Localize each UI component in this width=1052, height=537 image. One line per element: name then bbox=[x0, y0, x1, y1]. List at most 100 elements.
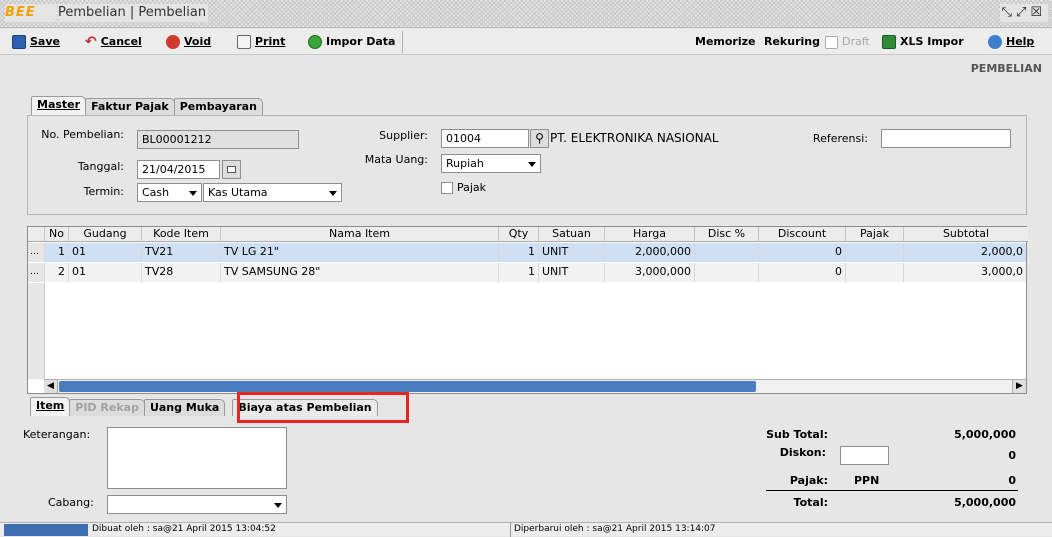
cell-no[interactable]: 2 bbox=[45, 263, 69, 282]
row-handle[interactable]: … bbox=[28, 243, 45, 262]
toolbar-separator bbox=[402, 31, 403, 53]
tab-faktur-pajak-label: Faktur Pajak bbox=[91, 100, 169, 113]
cell-pajak[interactable] bbox=[846, 243, 904, 262]
printer-icon bbox=[237, 35, 251, 49]
cancel-label: Cancel bbox=[100, 35, 142, 48]
cell-discount[interactable]: 0 bbox=[759, 263, 846, 282]
rekuring-button[interactable]: Rekuring bbox=[764, 33, 820, 51]
tab-faktur-pajak[interactable]: Faktur Pajak bbox=[85, 98, 175, 115]
tab-pid-rekap: PID Rekap bbox=[69, 399, 145, 416]
table-row[interactable]: … 1 01 TV21 TV LG 21" 1 UNIT 2,000,000 0… bbox=[28, 243, 1026, 262]
cell-qty[interactable]: 1 bbox=[499, 243, 539, 262]
save-button[interactable]: Save bbox=[12, 33, 60, 51]
col-nama-item-header[interactable]: Nama Item bbox=[221, 227, 499, 242]
cell-no[interactable]: 1 bbox=[45, 243, 69, 262]
cell-pajak[interactable] bbox=[846, 263, 904, 282]
cell-qty[interactable]: 1 bbox=[499, 263, 539, 282]
cell-nama-item[interactable]: TV LG 21" bbox=[221, 243, 499, 262]
cell-kode-item[interactable]: TV28 bbox=[142, 263, 221, 282]
scrollbar-thumb[interactable] bbox=[59, 381, 756, 392]
status-divider bbox=[510, 523, 511, 537]
xls-import-button[interactable]: XLS Impor bbox=[882, 33, 964, 51]
diskon-label: Diskon: bbox=[779, 446, 826, 459]
close-icon[interactable]: ☒ bbox=[1030, 5, 1046, 20]
col-satuan-header[interactable]: Satuan bbox=[539, 227, 605, 242]
calendar-icon[interactable] bbox=[222, 160, 241, 179]
col-subtotal-header[interactable]: Subtotal bbox=[904, 227, 1028, 242]
col-qty-header[interactable]: Qty bbox=[499, 227, 539, 242]
col-harga-header[interactable]: Harga bbox=[605, 227, 695, 242]
tanggal-field[interactable]: 21/04/2015 bbox=[137, 160, 220, 179]
memorize-label: Memorize bbox=[695, 35, 756, 48]
tab-item[interactable]: Item bbox=[30, 397, 71, 416]
floppy-icon bbox=[12, 35, 26, 49]
col-gudang-header[interactable]: Gudang bbox=[69, 227, 142, 242]
cell-discount[interactable]: 0 bbox=[759, 243, 846, 262]
cell-subtotal[interactable]: 3,000,0 bbox=[904, 263, 1026, 282]
row-handle[interactable]: … bbox=[28, 263, 45, 282]
maximize-icon[interactable]: ⤢ bbox=[1016, 5, 1030, 20]
void-label: Void bbox=[184, 35, 212, 48]
tab-uang-muka[interactable]: Uang Muka bbox=[143, 399, 226, 416]
no-pembelian-label: No. Pembelian: bbox=[41, 128, 124, 141]
print-button[interactable]: Print bbox=[237, 33, 285, 51]
termin-label: Termin: bbox=[83, 185, 124, 198]
cell-subtotal[interactable]: 2,000,0 bbox=[904, 243, 1026, 262]
import-data-button[interactable]: Impor Data bbox=[308, 33, 395, 51]
cancel-button[interactable]: ↶ Cancel bbox=[85, 33, 142, 51]
scroll-right-icon[interactable]: ▶ bbox=[1012, 380, 1026, 393]
horizontal-scrollbar[interactable]: ◀ ▶ bbox=[44, 379, 1026, 393]
col-disc-pct-header[interactable]: Disc % bbox=[695, 227, 759, 242]
draft-label: Draft bbox=[842, 35, 870, 48]
cell-kode-item[interactable]: TV21 bbox=[142, 243, 221, 262]
cell-disc-pct[interactable] bbox=[695, 263, 759, 282]
supplier-label: Supplier: bbox=[379, 129, 428, 142]
total-divider bbox=[766, 490, 1018, 491]
cell-satuan[interactable]: UNIT bbox=[539, 263, 605, 282]
draft-checkbox[interactable]: Draft bbox=[825, 33, 870, 51]
cabang-select[interactable] bbox=[107, 495, 287, 514]
cell-harga[interactable]: 3,000,000 bbox=[605, 263, 695, 282]
window-controls[interactable]: ⤡⤢☒ bbox=[999, 4, 1048, 22]
help-label: Help bbox=[1006, 35, 1035, 48]
pajak-type: PPN bbox=[854, 474, 880, 487]
supplier-code-field[interactable]: 01004 bbox=[441, 129, 529, 148]
tab-item-label: Item bbox=[36, 399, 65, 412]
col-pajak-header[interactable]: Pajak bbox=[846, 227, 904, 242]
void-button[interactable]: Void bbox=[166, 33, 211, 51]
pajak-checkbox[interactable] bbox=[441, 182, 453, 194]
keterangan-textarea[interactable] bbox=[107, 427, 287, 489]
col-discount-header[interactable]: Discount bbox=[759, 227, 846, 242]
cell-harga[interactable]: 2,000,000 bbox=[605, 243, 695, 262]
no-pembelian-field[interactable]: BL00001212 bbox=[137, 130, 299, 149]
tab-master[interactable]: Master bbox=[31, 96, 87, 115]
tab-master-label: Master bbox=[37, 98, 81, 111]
mata-uang-select[interactable]: Rupiah bbox=[441, 154, 541, 173]
rekuring-label: Rekuring bbox=[764, 35, 820, 48]
scroll-left-icon[interactable]: ◀ bbox=[44, 380, 58, 393]
col-no-header[interactable]: No bbox=[45, 227, 69, 242]
total-value: 5,000,000 bbox=[954, 496, 1016, 509]
referensi-field[interactable] bbox=[881, 129, 1011, 148]
diskon-field[interactable] bbox=[840, 446, 889, 465]
draft-checkbox-box[interactable] bbox=[825, 35, 838, 49]
memorize-button[interactable]: Memorize bbox=[695, 33, 755, 51]
sub-total-label: Sub Total: bbox=[766, 428, 828, 441]
kas-select[interactable]: Kas Utama bbox=[203, 183, 342, 202]
restore-icon[interactable]: ⤡ bbox=[1002, 5, 1016, 20]
search-icon[interactable]: ⚲ bbox=[530, 129, 549, 148]
cell-nama-item[interactable]: TV SAMSUNG 28" bbox=[221, 263, 499, 282]
tab-pembayaran[interactable]: Pembayaran bbox=[173, 98, 263, 115]
cell-gudang[interactable]: 01 bbox=[69, 263, 142, 282]
highlight-annotation bbox=[237, 392, 409, 423]
cell-satuan[interactable]: UNIT bbox=[539, 243, 605, 262]
title-bar: BEE Pembelian | Pembelian ⤡⤢☒ bbox=[0, 0, 1052, 28]
help-button[interactable]: Help bbox=[988, 33, 1034, 51]
table-row[interactable]: … 2 01 TV28 TV SAMSUNG 28" 1 UNIT 3,000,… bbox=[28, 263, 1026, 282]
keterangan-label: Keterangan: bbox=[23, 428, 91, 441]
termin-select[interactable]: Cash bbox=[137, 183, 202, 202]
col-kode-item-header[interactable]: Kode Item bbox=[142, 227, 221, 242]
help-icon bbox=[988, 35, 1002, 49]
cell-disc-pct[interactable] bbox=[695, 243, 759, 262]
cell-gudang[interactable]: 01 bbox=[69, 243, 142, 262]
